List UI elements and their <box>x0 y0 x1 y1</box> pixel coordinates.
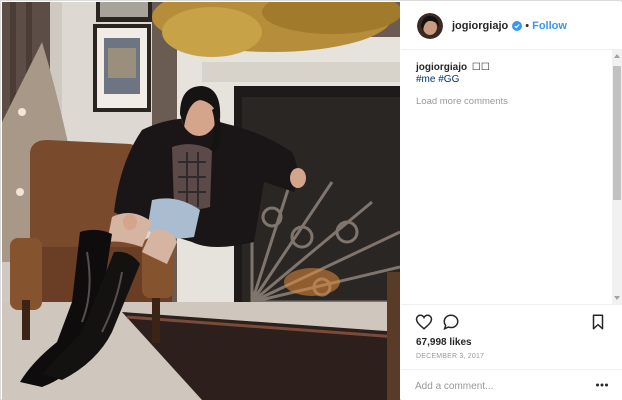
post-dialog: jogiorgiajo • Follow jogiorgiajo ☐☐ #me … <box>0 0 622 400</box>
photo-illustration <box>2 2 400 400</box>
header-separator: • <box>525 19 530 32</box>
post-header: jogiorgiajo • Follow <box>401 2 622 50</box>
post-actions: 67,998 likes DECEMBER 3, 2017 <box>401 304 622 400</box>
header-username[interactable]: jogiorgiajo <box>452 20 508 32</box>
load-more-comments-button[interactable]: Load more comments <box>416 96 614 107</box>
caption: jogiorgiajo ☐☐ <box>416 62 614 74</box>
like-button[interactable] <box>415 313 433 331</box>
action-buttons-row <box>415 313 610 333</box>
verified-badge-icon <box>512 20 523 31</box>
comment-button[interactable] <box>442 313 460 331</box>
more-options-icon <box>596 383 608 387</box>
hashtag-link[interactable]: #me <box>416 74 435 85</box>
hashtag-link[interactable]: #GG <box>438 74 459 85</box>
caption-text: ☐☐ <box>471 62 490 73</box>
comments-scrollbar[interactable] <box>612 50 622 304</box>
comments-section: jogiorgiajo ☐☐ #me #GG Load more comment… <box>401 50 614 302</box>
likes-count[interactable]: 67,998 likes <box>416 337 472 348</box>
caption-username[interactable]: jogiorgiajo <box>416 62 467 73</box>
bookmark-icon <box>592 314 604 330</box>
avatar-image <box>417 12 443 39</box>
more-options-button[interactable] <box>595 380 609 390</box>
comment-input[interactable] <box>415 378 585 394</box>
post-side-panel: jogiorgiajo • Follow jogiorgiajo ☐☐ #me … <box>401 2 622 400</box>
heart-icon <box>415 314 433 330</box>
follow-button[interactable]: Follow <box>532 20 567 32</box>
scroll-down-arrow-icon[interactable] <box>614 296 620 300</box>
add-comment-bar <box>401 369 622 400</box>
post-photo[interactable] <box>2 2 400 400</box>
caption-hashtags: #me #GG <box>416 74 614 86</box>
scrollbar-thumb[interactable] <box>613 66 621 200</box>
avatar[interactable] <box>417 12 443 39</box>
bookmark-button[interactable] <box>589 313 607 331</box>
scroll-up-arrow-icon[interactable] <box>614 54 620 58</box>
post-date[interactable]: DECEMBER 3, 2017 <box>416 353 484 360</box>
comment-icon <box>443 314 459 331</box>
